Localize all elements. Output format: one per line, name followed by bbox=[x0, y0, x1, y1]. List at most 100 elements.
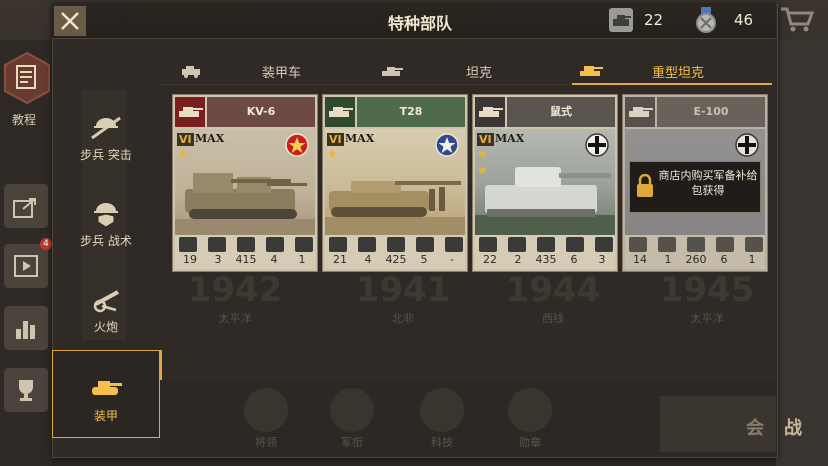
category-armor[interactable]: 装甲 bbox=[52, 350, 162, 438]
rank-badge: VI bbox=[327, 133, 344, 146]
tab-armored-car-label: 装甲车 bbox=[262, 65, 302, 81]
armor-icon bbox=[92, 381, 122, 395]
max-label: MAX bbox=[345, 132, 375, 145]
attack-icon bbox=[479, 237, 497, 252]
stat-attack: 19 bbox=[183, 253, 197, 266]
rank-badge: VI bbox=[477, 133, 494, 146]
battle-label-right: 战 bbox=[784, 418, 802, 439]
stat-move: 3 bbox=[214, 253, 222, 266]
heart-icon bbox=[537, 237, 555, 252]
film-icon bbox=[14, 255, 38, 277]
share-icon bbox=[13, 198, 36, 218]
video-button[interactable] bbox=[4, 244, 48, 288]
lock-icon bbox=[637, 174, 653, 197]
artillery-icon bbox=[93, 290, 119, 313]
heavy-tank-type-icon bbox=[625, 97, 655, 127]
category-infantry-assault[interactable]: 步兵 突击 bbox=[52, 112, 160, 163]
boot-icon bbox=[208, 237, 226, 252]
unit-card-e100[interactable]: E-100 商店内购买军备补给包获得 14 1 260 6 1 bbox=[622, 94, 768, 272]
category-infantry-tactics[interactable]: 步兵 战术 bbox=[52, 198, 160, 249]
stats-button[interactable] bbox=[4, 306, 48, 350]
card-stats: 21 4 425 5 - bbox=[325, 235, 465, 269]
card-header: KV-6 bbox=[175, 97, 315, 127]
category-label: 火炮 bbox=[93, 320, 118, 334]
tab-armored-car[interactable]: 装甲车 bbox=[180, 58, 301, 84]
bottom-item-tech: 科技 bbox=[412, 388, 472, 449]
stat-attack: 14 bbox=[633, 253, 647, 266]
battle-button: 会 战 bbox=[660, 396, 802, 452]
star-icon: ★ bbox=[477, 163, 488, 177]
bar-chart-icon bbox=[16, 321, 35, 339]
tab-tank[interactable]: 坦克 bbox=[380, 58, 492, 84]
heart-icon bbox=[237, 237, 255, 252]
star-icon: ★ bbox=[177, 147, 188, 161]
tank-icon bbox=[382, 67, 403, 76]
star-icon: ★ bbox=[477, 147, 488, 161]
heavy-tank-type-icon bbox=[475, 97, 505, 127]
eye-icon bbox=[295, 237, 313, 252]
stat-armor: 4 bbox=[270, 253, 278, 266]
unit-card-maus[interactable]: 鼠式 VI MAX ★ ★ 22 2 435 6 3 bbox=[472, 94, 618, 272]
stat-hp: 415 bbox=[235, 253, 257, 266]
category-label: 装甲 bbox=[93, 409, 118, 423]
unit-card-kv6[interactable]: KV-6 VI MAX ★ 19 3 415 4 1 bbox=[172, 94, 318, 272]
attack-icon bbox=[329, 237, 347, 252]
card-name: E-100 bbox=[657, 97, 765, 127]
heart-icon bbox=[387, 237, 405, 252]
stat-hp: 435 bbox=[535, 253, 557, 266]
shield-icon bbox=[716, 237, 734, 252]
trophy-button[interactable] bbox=[4, 368, 48, 412]
gear-icon bbox=[420, 388, 464, 432]
tab-heavy-tank[interactable]: 重型坦克 bbox=[578, 58, 704, 84]
locked-overlay: 商店内购买军备补给包获得 bbox=[629, 161, 761, 213]
card-name: 鼠式 bbox=[507, 97, 615, 127]
stat-vision: 1 bbox=[298, 253, 306, 266]
stat-armor: 6 bbox=[570, 253, 578, 266]
background-card: 1944 西线 bbox=[505, 270, 601, 325]
stat-armor: 6 bbox=[720, 253, 728, 266]
category-label: 步兵 战术 bbox=[80, 234, 132, 248]
background-card: 1941 北非 bbox=[355, 270, 451, 325]
shield-icon bbox=[266, 237, 284, 252]
card-stats: 19 3 415 4 1 bbox=[175, 235, 315, 269]
boot-icon bbox=[658, 237, 676, 252]
bottom-item-general: 将领 bbox=[236, 388, 296, 449]
card-name: T28 bbox=[357, 97, 465, 127]
heavy-tank-type-icon bbox=[175, 97, 205, 127]
stat-move: 4 bbox=[364, 253, 372, 266]
shop-cart-icon[interactable] bbox=[778, 4, 816, 34]
share-button[interactable] bbox=[4, 184, 48, 228]
heart-icon bbox=[687, 237, 705, 252]
tab-tank-label: 坦克 bbox=[466, 65, 493, 81]
boot-icon bbox=[358, 237, 376, 252]
close-button[interactable] bbox=[54, 6, 86, 36]
card-header: 鼠式 bbox=[475, 97, 615, 127]
card-stats: 22 2 435 6 3 bbox=[475, 235, 615, 269]
category-artillery[interactable]: 火炮 bbox=[52, 284, 160, 335]
notification-badge: 4 bbox=[40, 238, 52, 250]
silver-medal-count: 46 bbox=[734, 11, 754, 29]
max-label: MAX bbox=[195, 132, 225, 145]
stat-hp: 260 bbox=[685, 253, 707, 266]
rank-badge: VI bbox=[177, 133, 194, 146]
attack-icon bbox=[629, 237, 647, 252]
attack-icon bbox=[179, 237, 197, 252]
heavy-tank-type-icon bbox=[325, 97, 355, 127]
stat-vision: 3 bbox=[598, 253, 606, 266]
active-tab-indicator bbox=[572, 83, 772, 85]
tank-token-icon bbox=[609, 8, 633, 32]
star-icon: ★ bbox=[327, 147, 338, 161]
category-label: 步兵 突击 bbox=[80, 148, 132, 162]
silver-medal-icon bbox=[696, 7, 716, 33]
tutorial-hex-icon[interactable] bbox=[4, 52, 50, 104]
infantry-tactics-icon bbox=[94, 203, 118, 228]
shield-icon bbox=[416, 237, 434, 252]
right-background-strip bbox=[776, 40, 828, 466]
bottom-item-rank: 军衔 bbox=[322, 388, 382, 449]
background-card: 1942 太平洋 bbox=[187, 270, 283, 325]
medal-icon bbox=[508, 388, 552, 432]
unit-card-t28[interactable]: T28 VI MAX ★ 21 4 425 5 - bbox=[322, 94, 468, 272]
lock-description: 商店内购买军备补给包获得 bbox=[658, 169, 758, 197]
close-icon bbox=[61, 12, 79, 30]
tutorial-label: 教程 bbox=[12, 113, 37, 127]
